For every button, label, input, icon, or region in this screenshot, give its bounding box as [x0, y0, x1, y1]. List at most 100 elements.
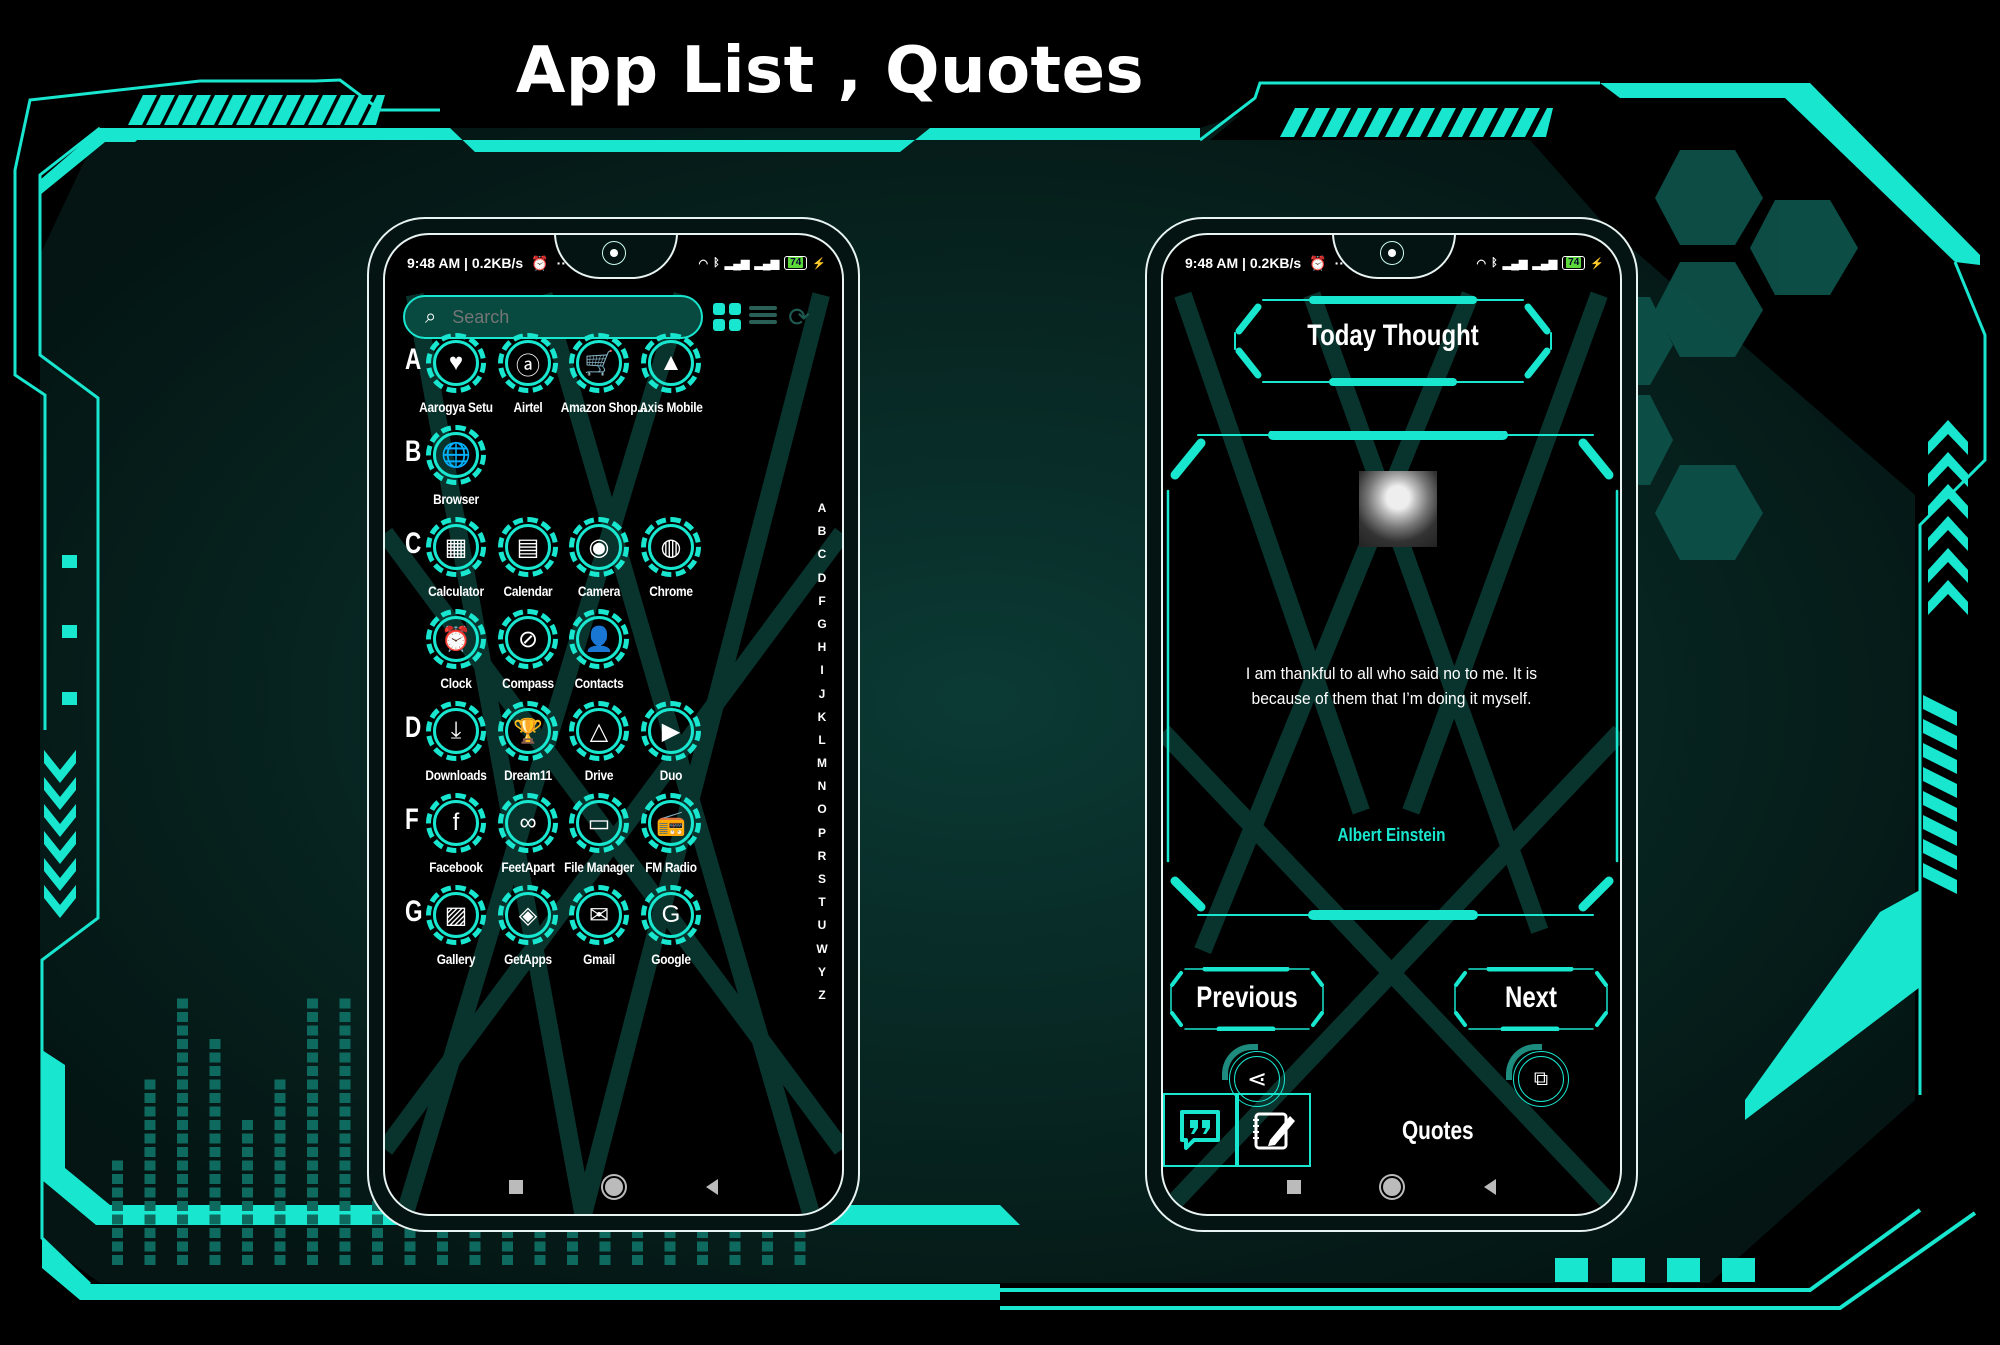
app-icon-duo[interactable]: ▶ Duo [626, 701, 716, 783]
index-letter[interactable]: P [814, 822, 830, 845]
equalizer-segment [144, 1079, 156, 1090]
equalizer-segment [307, 1187, 318, 1198]
equalizer-segment [112, 1214, 123, 1225]
app-glyph-icon: ▦ [444, 533, 468, 561]
index-letter[interactable]: R [814, 845, 830, 868]
list-view-button[interactable] [749, 303, 777, 331]
index-letter[interactable]: M [814, 752, 830, 775]
nav-bar [385, 1172, 842, 1202]
equalizer-segment [307, 1147, 318, 1157]
equalizer-segment [274, 1174, 286, 1184]
equalizer-segment [307, 1160, 318, 1171]
equalizer-segment [274, 1214, 286, 1225]
equalizer-segment [534, 1241, 546, 1252]
previous-button[interactable]: Previous [1169, 967, 1325, 1031]
equalizer-segment [274, 1079, 286, 1090]
app-icon-google[interactable]: G Google [626, 885, 716, 967]
tab-notes[interactable] [1237, 1093, 1311, 1167]
app-ring: ⤓ [426, 701, 486, 761]
equalizer-segment [112, 1174, 123, 1184]
equalizer-segment [339, 1025, 351, 1036]
status-time: 9:48 AM | 0.2KB/s [1185, 255, 1302, 271]
equalizer-segment [242, 1174, 253, 1184]
index-letter[interactable]: Z [814, 984, 830, 1007]
next-button[interactable]: Next [1453, 967, 1609, 1031]
signal-icon-2: ▂▄▆ [1532, 257, 1558, 270]
battery-icon: 74 [1562, 256, 1586, 270]
app-icon-contacts[interactable]: 👤 Contacts [554, 609, 644, 691]
app-icon-chrome[interactable]: ◍ Chrome [626, 517, 716, 599]
equalizer-segment [177, 1241, 188, 1252]
index-letter[interactable]: I [814, 659, 830, 682]
index-letter[interactable]: Y [814, 961, 830, 984]
index-letter[interactable]: T [814, 891, 830, 914]
recents-button[interactable] [1287, 1180, 1301, 1194]
index-letter[interactable]: H [814, 636, 830, 659]
quotes-screen: 9:48 AM | 0.2KB/s ⏰ ··· ◠ ᛒ ▂▄▆ ▂▄▆ 74 ⚡ [1161, 233, 1622, 1216]
app-glyph-icon: ✉ [588, 901, 610, 929]
equalizer-segment [242, 1133, 253, 1144]
page-title: App List , Quotes [515, 34, 1145, 108]
home-button[interactable] [1380, 1176, 1403, 1198]
index-letter[interactable]: F [814, 590, 830, 613]
index-letter[interactable]: J [814, 683, 830, 706]
index-letter[interactable]: C [814, 543, 830, 566]
app-glyph-icon: ▲ [659, 349, 683, 376]
equalizer-segment [372, 1241, 383, 1252]
app-glyph-icon: ▨ [444, 901, 468, 929]
equalizer-segment [209, 1052, 221, 1063]
equalizer-segment [664, 1241, 676, 1252]
today-thought-header: Today Thought [1233, 295, 1553, 387]
index-letter[interactable]: A [814, 497, 830, 520]
app-glyph-icon: 📻 [656, 809, 686, 837]
index-letter[interactable]: L [814, 729, 830, 752]
equalizer-segment [339, 1106, 351, 1117]
app-icon-fm-radio[interactable]: 📻 FM Radio [626, 793, 716, 875]
app-ring: f [426, 793, 486, 853]
index-letter[interactable]: D [814, 567, 830, 590]
equalizer-segment [144, 1120, 156, 1130]
refresh-icon[interactable]: ⟳ [785, 303, 813, 331]
chevrons-up-right [1928, 420, 1968, 615]
copy-button[interactable]: ⧉ [1506, 1044, 1569, 1107]
equalizer-segment [242, 1255, 253, 1265]
equalizer-segment [307, 1052, 318, 1063]
equalizer-segment [112, 1201, 123, 1211]
index-letter[interactable]: W [814, 938, 830, 961]
grid-view-button[interactable] [713, 303, 741, 331]
index-letter[interactable]: K [814, 706, 830, 729]
equalizer-segment [209, 1133, 221, 1144]
equalizer-segment [794, 1255, 806, 1265]
app-ring: ◉ [569, 517, 629, 577]
equalizer-segment [274, 1093, 286, 1103]
search-input[interactable] [450, 305, 675, 329]
equalizer-segment [177, 1106, 188, 1117]
equalizer-segment [209, 1106, 221, 1117]
equalizer-segment [144, 1187, 156, 1198]
tab-quotes[interactable] [1163, 1093, 1237, 1167]
equalizer-segment [177, 1147, 188, 1157]
app-ring: ◍ [641, 517, 701, 577]
index-letter[interactable]: U [814, 914, 830, 937]
index-letter[interactable]: S [814, 868, 830, 891]
home-button[interactable] [602, 1176, 625, 1198]
equalizer-segment [177, 1012, 188, 1022]
app-icon-axis-mobile[interactable]: ▲ Axis Mobile [626, 333, 716, 415]
equalizer-segment [209, 1241, 221, 1252]
app-glyph-icon: ⏰ [441, 625, 471, 653]
index-letter[interactable]: B [814, 520, 830, 543]
index-letter[interactable]: O [814, 798, 830, 821]
alphabet-index[interactable]: ABCDFGHIJKLMNOPRSTUWYZ [814, 497, 830, 1007]
equalizer-segment [632, 1241, 643, 1252]
app-icon-browser[interactable]: 🌐 Browser [411, 425, 501, 507]
recents-button[interactable] [509, 1180, 523, 1194]
equalizer-segment [209, 1214, 221, 1225]
back-button[interactable] [1484, 1179, 1496, 1195]
equalizer-segment [177, 1025, 188, 1036]
back-button[interactable] [706, 1179, 718, 1195]
equalizer-segment [502, 1241, 513, 1252]
app-ring: △ [569, 701, 629, 761]
index-letter[interactable]: G [814, 613, 830, 636]
index-letter[interactable]: N [814, 775, 830, 798]
bluetooth-icon: ᛒ [1491, 257, 1498, 269]
